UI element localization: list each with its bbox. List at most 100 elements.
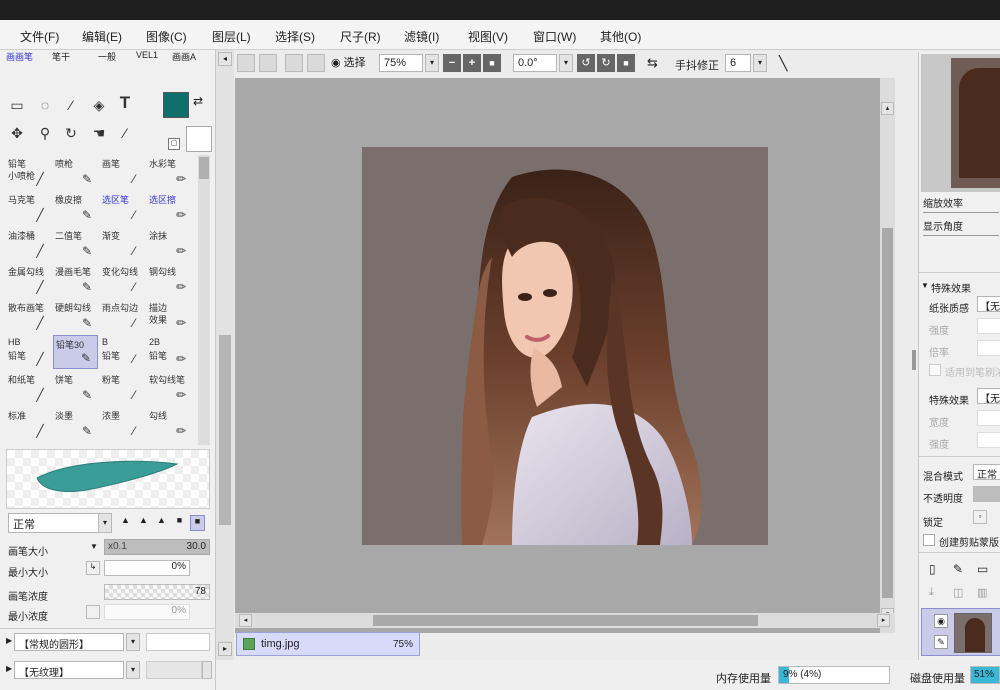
brush-grid-scrollbar[interactable]: [198, 155, 210, 445]
rotate-left-icon[interactable]: ↺: [577, 54, 595, 72]
menu-file[interactable]: 文件(F): [20, 28, 59, 45]
brush-item[interactable]: B 铅笔 ⁄: [100, 335, 145, 369]
transparent-color-icon[interactable]: ▢: [168, 138, 180, 150]
canvas-vertical-scrollbar[interactable]: ▴ ▾: [880, 78, 895, 633]
panel-resize-handle[interactable]: [912, 350, 916, 370]
brush-item[interactable]: 画笔 ⁄: [100, 155, 145, 189]
swap-colors-icon[interactable]: ⇄: [193, 94, 203, 108]
lasso-icon[interactable]: ◌: [36, 96, 54, 114]
shape-triangle-icon[interactable]: ▲: [136, 515, 151, 531]
scroll-right-icon[interactable]: ▸: [877, 614, 890, 627]
brush-item[interactable]: 油漆桶 ╱: [6, 227, 51, 261]
opacity-slider[interactable]: [973, 486, 1000, 502]
menu-ruler[interactable]: 尺子(R): [340, 28, 381, 45]
new-folder-icon[interactable]: ▭: [977, 562, 988, 576]
delete-layer-icon[interactable]: ▥: [977, 586, 987, 599]
brush-item[interactable]: 漫画毛笔 ✎: [53, 263, 98, 297]
canvas-viewport[interactable]: ▴ ▾: [235, 78, 895, 633]
scroll-right-icon[interactable]: ▸: [218, 642, 232, 656]
tab-brush-3[interactable]: 一般: [98, 50, 116, 62]
move-icon[interactable]: ✥: [8, 124, 26, 142]
zoom-icon[interactable]: ⚲: [36, 124, 54, 142]
chevron-down-icon[interactable]: ▾: [98, 513, 112, 533]
shape-triangle-icon[interactable]: ▲: [154, 515, 169, 531]
stabilizer-field[interactable]: 6: [725, 54, 751, 72]
brush-item[interactable]: 选区擦 ✏: [147, 191, 192, 225]
new-layer-icon[interactable]: ▯: [929, 562, 936, 576]
canvas-horizontal-scrollbar[interactable]: ◂ ▸: [235, 613, 895, 628]
brush-item[interactable]: 浓墨 ⁄: [100, 407, 145, 441]
toolbar-btn-1[interactable]: [237, 54, 255, 72]
paper-magnification-field[interactable]: [977, 340, 1000, 356]
texture-stepper[interactable]: [202, 661, 212, 679]
shape-triangle-icon[interactable]: ▲: [118, 515, 133, 531]
brush-item[interactable]: 渐变 ⁄: [100, 227, 145, 261]
special-effect-select[interactable]: 【无: [977, 388, 1000, 405]
clear-layer-icon[interactable]: ◫: [953, 586, 963, 599]
tab-brush-4[interactable]: VEL1: [136, 50, 158, 60]
brush-item[interactable]: 选区笔 ⁄: [100, 191, 145, 225]
layer-edit-pencil-icon[interactable]: ✎: [934, 635, 948, 649]
brush-item[interactable]: 雨点勾边 ⁄: [100, 299, 145, 333]
brush-item[interactable]: 粉笔 ⁄: [100, 371, 145, 405]
layer-blend-mode-select[interactable]: 正常: [973, 464, 1000, 481]
brush-item[interactable]: 饼笔 ✎: [53, 371, 98, 405]
brush-item[interactable]: 2B 铅笔 ✏: [147, 335, 192, 369]
zoom-in-icon[interactable]: +: [463, 54, 481, 72]
canvas-vscroll-thumb[interactable]: [882, 228, 893, 598]
brush-density-slider[interactable]: 78: [104, 584, 210, 600]
menu-view[interactable]: 视图(V): [468, 28, 508, 45]
fill-select-icon[interactable]: ◈: [90, 96, 108, 114]
toolbar-btn-3[interactable]: [285, 54, 303, 72]
document-tab[interactable]: timg.jpg 75%: [236, 632, 420, 656]
brush-item[interactable]: 变化勾线 ⁄: [100, 263, 145, 297]
zoom-rate-slider[interactable]: [923, 207, 999, 213]
brush-item[interactable]: 描边 效果 ✏: [147, 299, 192, 333]
zoom-out-icon[interactable]: −: [443, 54, 461, 72]
paper-texture-select[interactable]: 【无: [977, 296, 1000, 313]
zoom-reset-icon[interactable]: ■: [483, 54, 501, 72]
brush-size-slider[interactable]: x0.1 30.0: [104, 539, 210, 555]
pen-pressure-icon[interactable]: ↳: [86, 561, 100, 575]
brush-grid-scroll-thumb[interactable]: [199, 157, 209, 179]
density-pressure-checkbox[interactable]: [86, 605, 100, 619]
background-color-swatch[interactable]: [186, 126, 212, 152]
brush-item[interactable]: 铅笔30 ✎: [53, 335, 98, 369]
flip-horizontal-icon[interactable]: ⇆: [647, 54, 663, 72]
menu-layer[interactable]: 图层(L): [212, 28, 251, 45]
magic-wand-icon[interactable]: ⁄: [62, 96, 80, 114]
brush-item[interactable]: 涂抹 ✏: [147, 227, 192, 261]
brush-shape-select[interactable]: 【常规的圆形】: [14, 633, 124, 651]
brush-item[interactable]: HB 铅笔 ╱: [6, 335, 51, 369]
collapse-arrow-icon[interactable]: ▼: [921, 281, 929, 290]
expand-arrow-icon[interactable]: ▶: [6, 636, 12, 645]
brush-item[interactable]: 水彩笔 ✏: [147, 155, 192, 189]
brush-item[interactable]: 硬朗勾线 ✎: [53, 299, 98, 333]
layer-row[interactable]: ◉ ✎: [921, 608, 1000, 656]
rotate-right-icon[interactable]: ↻: [597, 54, 615, 72]
effect-strength-field[interactable]: [977, 432, 1000, 448]
paper-strength-field[interactable]: [977, 318, 1000, 334]
expand-arrow-icon[interactable]: ▶: [6, 664, 12, 673]
scroll-left-icon[interactable]: ◂: [239, 614, 252, 627]
brush-item[interactable]: 散布画笔 ╱: [6, 299, 51, 333]
rotation-field[interactable]: 0.0°: [513, 54, 557, 72]
clip-mask-checkbox[interactable]: [923, 534, 935, 546]
shape-square-selected-icon[interactable]: ■: [190, 515, 205, 531]
brush-item[interactable]: 喷枪 ✎: [53, 155, 98, 189]
chevron-down-icon[interactable]: ▾: [425, 54, 439, 72]
eyedropper-icon[interactable]: ⁄: [116, 124, 134, 142]
min-density-slider[interactable]: 0%: [104, 604, 190, 620]
lock-transparency-icon[interactable]: ▫: [973, 510, 987, 524]
menu-filter[interactable]: 滤镜(I): [404, 28, 439, 45]
zoom-field[interactable]: 75%: [379, 54, 423, 72]
effect-width-field[interactable]: [977, 410, 1000, 426]
toolbar-btn-2[interactable]: [259, 54, 277, 72]
scroll-left-icon[interactable]: ◂: [218, 52, 232, 66]
brush-texture-select[interactable]: 【无纹理】: [14, 661, 124, 679]
tab-brush-1[interactable]: 画画笔: [6, 50, 33, 62]
menu-edit[interactable]: 编辑(E): [82, 28, 122, 45]
rotate-reset-icon[interactable]: ■: [617, 54, 635, 72]
min-size-slider[interactable]: 0%: [104, 560, 190, 576]
foreground-color-swatch[interactable]: [163, 92, 189, 118]
